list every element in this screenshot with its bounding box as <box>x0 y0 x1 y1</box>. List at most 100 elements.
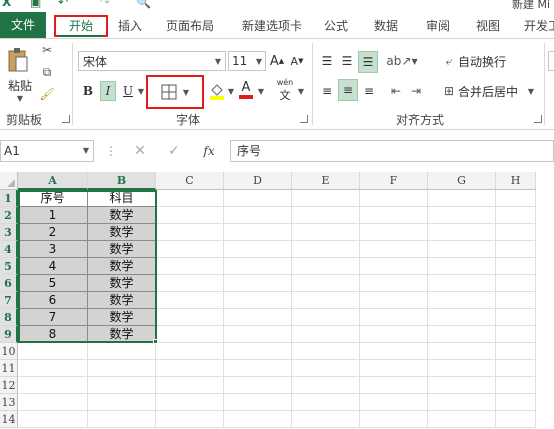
empty-cell[interactable] <box>156 411 224 428</box>
empty-cell[interactable] <box>360 275 428 292</box>
table-cell[interactable]: 数学 <box>88 326 156 343</box>
tab-review[interactable]: 审阅 <box>420 15 456 37</box>
row-header[interactable]: 12 <box>0 377 18 394</box>
row-header[interactable]: 13 <box>0 394 18 411</box>
empty-cell[interactable] <box>156 360 224 377</box>
row-header[interactable]: 3 <box>0 224 18 241</box>
column-header-d[interactable]: D <box>224 172 292 190</box>
table-cell[interactable]: 3 <box>18 241 88 258</box>
underline-dropdown-icon[interactable]: ▼ <box>136 81 146 101</box>
empty-cell[interactable] <box>224 292 292 309</box>
empty-cell[interactable] <box>360 224 428 241</box>
empty-cell[interactable] <box>428 241 496 258</box>
empty-cell[interactable] <box>224 224 292 241</box>
table-cell[interactable]: 数学 <box>88 275 156 292</box>
empty-cell[interactable] <box>428 309 496 326</box>
column-header-f[interactable]: F <box>360 172 428 190</box>
empty-cell[interactable] <box>292 377 360 394</box>
empty-cell[interactable] <box>360 377 428 394</box>
empty-cell[interactable] <box>428 411 496 428</box>
empty-cell[interactable] <box>292 394 360 411</box>
table-cell[interactable]: 数学 <box>88 309 156 326</box>
empty-cell[interactable] <box>428 275 496 292</box>
align-center-icon[interactable]: ≡ <box>338 79 358 101</box>
table-cell[interactable]: 5 <box>18 275 88 292</box>
table-cell[interactable]: 8 <box>18 326 88 343</box>
empty-cell[interactable] <box>496 343 536 360</box>
empty-cell[interactable] <box>496 275 536 292</box>
empty-cell[interactable] <box>496 326 536 343</box>
empty-cell[interactable] <box>292 241 360 258</box>
empty-cell[interactable] <box>360 207 428 224</box>
number-format-select[interactable] <box>548 51 554 71</box>
bold-button[interactable]: B <box>80 81 96 101</box>
clipboard-launcher-icon[interactable] <box>62 115 70 123</box>
fill-color-button[interactable] <box>208 81 226 101</box>
decrease-indent-icon[interactable]: ⇤ <box>388 81 404 101</box>
empty-cell[interactable] <box>224 394 292 411</box>
empty-cell[interactable] <box>156 343 224 360</box>
empty-cell[interactable] <box>496 241 536 258</box>
select-all-corner[interactable] <box>0 172 18 190</box>
empty-cell[interactable] <box>496 377 536 394</box>
orientation-icon[interactable]: ab↗ ▼ <box>386 51 417 71</box>
empty-cell[interactable] <box>496 258 536 275</box>
empty-cell[interactable] <box>428 258 496 275</box>
middle-align-icon[interactable]: ☰ <box>338 51 356 71</box>
shrink-font-button[interactable]: A ▼ <box>290 51 304 71</box>
header-cell[interactable]: 序号 <box>18 190 88 207</box>
empty-cell[interactable] <box>428 360 496 377</box>
empty-cell[interactable] <box>428 292 496 309</box>
table-cell[interactable]: 数学 <box>88 258 156 275</box>
row-header[interactable]: 10 <box>0 343 18 360</box>
row-header[interactable]: 7 <box>0 292 18 309</box>
column-header-c[interactable]: C <box>156 172 224 190</box>
empty-cell[interactable] <box>360 343 428 360</box>
empty-cell[interactable] <box>18 343 88 360</box>
empty-cell[interactable] <box>496 309 536 326</box>
row-header[interactable]: 9 <box>0 326 18 343</box>
empty-cell[interactable] <box>496 292 536 309</box>
column-header-h[interactable]: H <box>496 172 536 190</box>
align-right-icon[interactable]: ≡ <box>360 81 378 101</box>
empty-cell[interactable] <box>156 326 224 343</box>
empty-cell[interactable] <box>156 394 224 411</box>
empty-cell[interactable] <box>18 411 88 428</box>
table-cell[interactable]: 1 <box>18 207 88 224</box>
empty-cell[interactable] <box>360 326 428 343</box>
empty-cell[interactable] <box>224 360 292 377</box>
align-left-icon[interactable]: ≡ <box>318 81 336 101</box>
wrap-text-icon[interactable]: ⤶ <box>440 51 458 71</box>
empty-cell[interactable] <box>88 343 156 360</box>
paste-dropdown-icon[interactable]: ▼ <box>12 93 28 103</box>
row-header[interactable]: 14 <box>0 411 18 428</box>
empty-cell[interactable] <box>18 394 88 411</box>
worksheet-grid[interactable]: A B C D E F G H 1 序号 科目 2 1 数学 3 2 数学 4 3 数学 5 4 数学 6 5 数学 7 6 数学 8 7 数… <box>0 172 554 429</box>
empty-cell[interactable] <box>428 394 496 411</box>
empty-cell[interactable] <box>292 309 360 326</box>
empty-cell[interactable] <box>224 377 292 394</box>
column-header-b[interactable]: B <box>88 172 156 190</box>
empty-cell[interactable] <box>292 360 360 377</box>
empty-cell[interactable] <box>156 309 224 326</box>
top-align-icon[interactable]: ☰ <box>318 51 336 71</box>
undo-icon[interactable]: ↶ <box>58 0 68 9</box>
table-cell[interactable]: 数学 <box>88 292 156 309</box>
table-cell[interactable]: 6 <box>18 292 88 309</box>
row-header[interactable]: 4 <box>0 241 18 258</box>
column-header-g[interactable]: G <box>428 172 496 190</box>
row-header[interactable]: 2 <box>0 207 18 224</box>
empty-cell[interactable] <box>224 241 292 258</box>
cut-icon[interactable]: ✂ <box>38 41 56 59</box>
empty-cell[interactable] <box>156 377 224 394</box>
column-header-a[interactable]: A <box>18 172 88 190</box>
name-box[interactable]: A1 ▼ <box>0 140 94 162</box>
empty-cell[interactable] <box>292 275 360 292</box>
empty-cell[interactable] <box>360 258 428 275</box>
empty-cell[interactable] <box>496 190 536 207</box>
table-cell[interactable]: 7 <box>18 309 88 326</box>
empty-cell[interactable] <box>156 258 224 275</box>
table-cell[interactable]: 4 <box>18 258 88 275</box>
tab-page-layout[interactable]: 页面布局 <box>158 15 222 37</box>
tab-formulas[interactable]: 公式 <box>318 15 354 37</box>
